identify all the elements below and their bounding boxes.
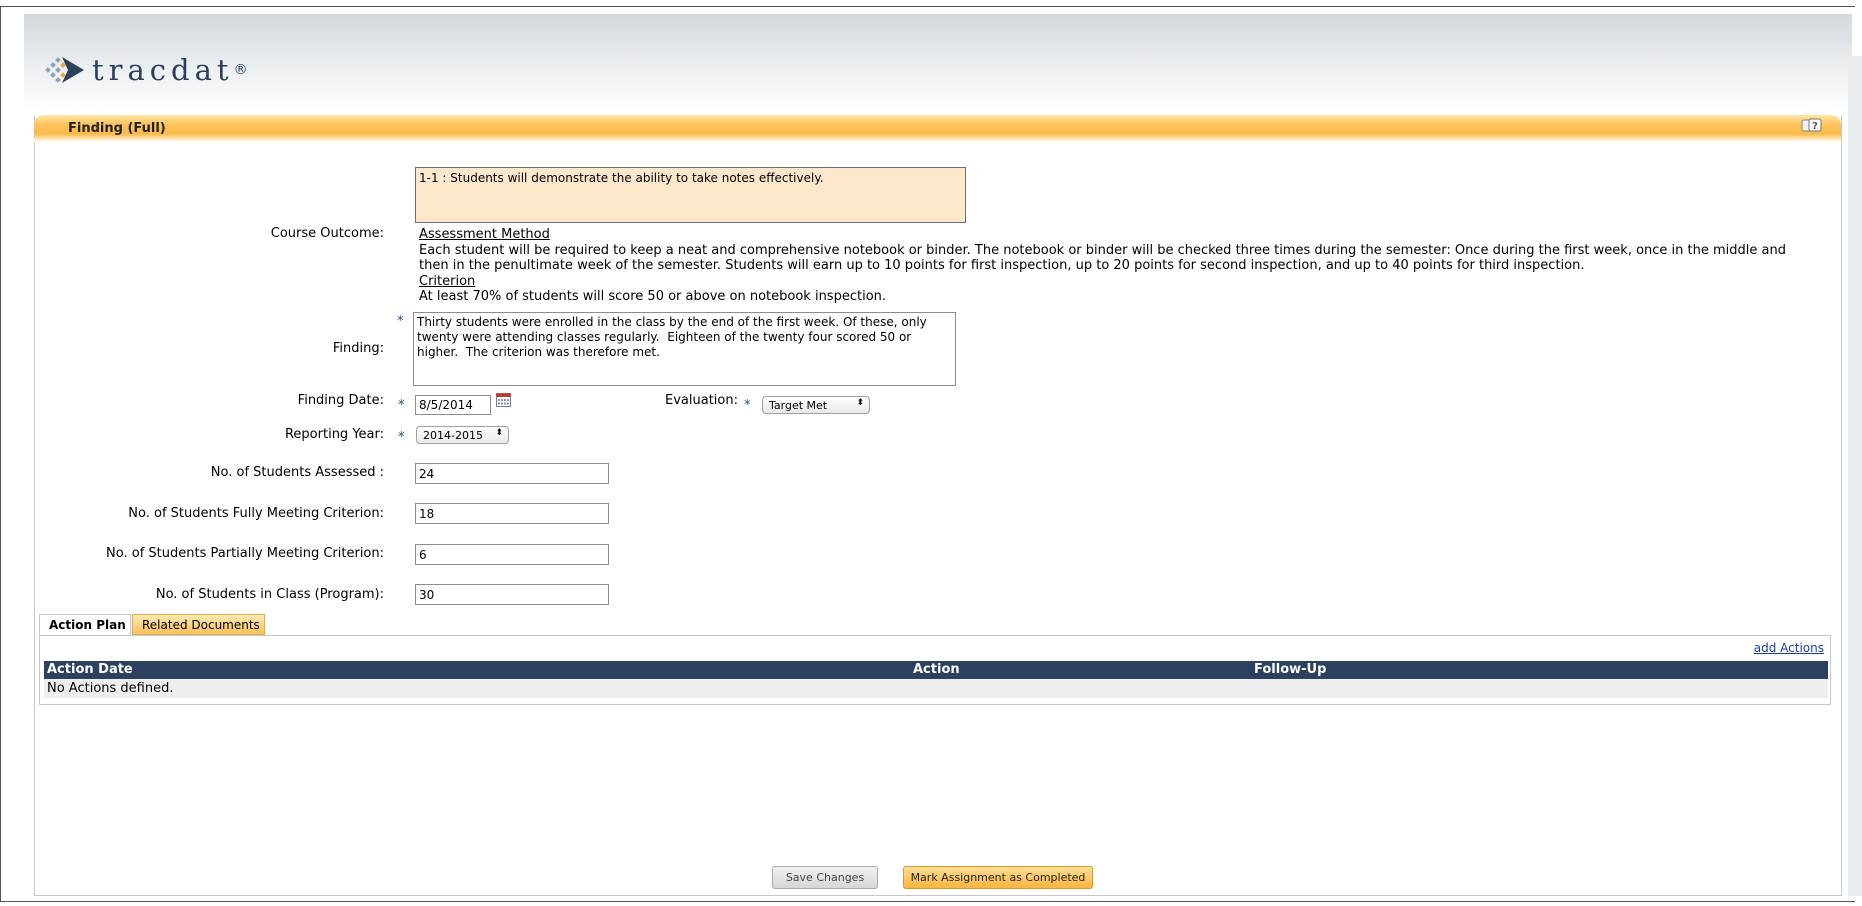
app-header: tracdat ®: [24, 14, 1852, 110]
finding-required-marker: *: [397, 314, 404, 329]
page-title: Finding (Full): [68, 121, 166, 136]
add-actions-link[interactable]: add Actions: [1754, 641, 1824, 655]
column-action: Action: [913, 662, 960, 677]
reporting-year-selected-value: 2014-2015: [423, 428, 483, 442]
students-in-class-label: No. of Students in Class (Program):: [155, 587, 384, 602]
course-outcome-box: 1-1 : Students will demonstrate the abil…: [415, 167, 966, 223]
evaluation-required-marker: *: [744, 398, 751, 413]
mark-completed-button[interactable]: Mark Assignment as Completed: [903, 866, 1093, 889]
students-assessed-input[interactable]: [415, 463, 609, 484]
logo[interactable]: tracdat ®: [44, 52, 248, 88]
tab-action-plan[interactable]: Action Plan: [39, 614, 131, 635]
logo-registered-mark: ®: [233, 62, 248, 78]
assessment-details: Assessment Method Each student will be r…: [419, 227, 1819, 305]
save-changes-button[interactable]: Save Changes: [772, 866, 878, 889]
logo-text: tracdat: [92, 53, 234, 87]
students-in-class-input[interactable]: [415, 584, 609, 605]
column-action-date: Action Date: [47, 662, 133, 677]
evaluation-label: Evaluation:: [665, 393, 738, 408]
students-partially-meeting-label: No. of Students Partially Meeting Criter…: [106, 546, 384, 561]
tab-related-documents[interactable]: Related Documents: [132, 614, 265, 635]
criterion-heading: Criterion: [419, 273, 476, 289]
students-fully-meeting-input[interactable]: [415, 503, 609, 524]
students-fully-meeting-label: No. of Students Fully Meeting Criterion:: [128, 506, 384, 521]
svg-text:?: ?: [1812, 121, 1818, 132]
panel-title-bar: Finding (Full) ?: [34, 115, 1841, 142]
finding-date-input[interactable]: [415, 395, 491, 415]
tracdat-diamond-logo-icon: [45, 57, 84, 83]
no-actions-text: No Actions defined.: [47, 681, 174, 696]
finding-date-required-marker: *: [398, 398, 405, 413]
action-plan-panel: add Actions Action Date Action Follow-Up…: [39, 635, 1831, 705]
select-arrows-icon: ⬍: [856, 398, 864, 408]
evaluation-selected-value: Target Met: [769, 398, 828, 412]
students-partially-meeting-input[interactable]: [415, 544, 609, 565]
course-outcome-label: Course Outcome:: [270, 226, 384, 241]
assessment-method-heading: Assessment Method: [419, 227, 550, 242]
reporting-year-label: Reporting Year:: [284, 427, 384, 442]
evaluation-select[interactable]: Target Met ⬍: [762, 396, 870, 414]
assessment-method-text: Each student will be required to keep a …: [419, 242, 1786, 274]
students-assessed-label: No. of Students Assessed :: [210, 465, 384, 480]
column-follow-up: Follow-Up: [1254, 662, 1327, 677]
criterion-text: At least 70% of students will score 50 o…: [419, 289, 887, 304]
select-arrows-icon: ⬍: [495, 428, 503, 438]
calendar-icon[interactable]: [496, 393, 511, 407]
action-plan-table-header: Action Date Action Follow-Up: [44, 661, 1828, 679]
reporting-year-select[interactable]: 2014-2015 ⬍: [416, 426, 509, 444]
finding-textarea[interactable]: Thirty students were enrolled in the cla…: [413, 312, 956, 386]
help-question-icon[interactable]: ?: [1801, 118, 1823, 135]
course-outcome-value: 1-1 : Students will demonstrate the abil…: [419, 171, 824, 185]
table-row-empty: No Actions defined.: [44, 679, 1828, 698]
reporting-year-required-marker: *: [398, 430, 405, 445]
finding-date-label: Finding Date:: [297, 393, 384, 408]
scrollbar-track[interactable]: [1848, 56, 1862, 896]
finding-label: Finding:: [332, 341, 384, 356]
